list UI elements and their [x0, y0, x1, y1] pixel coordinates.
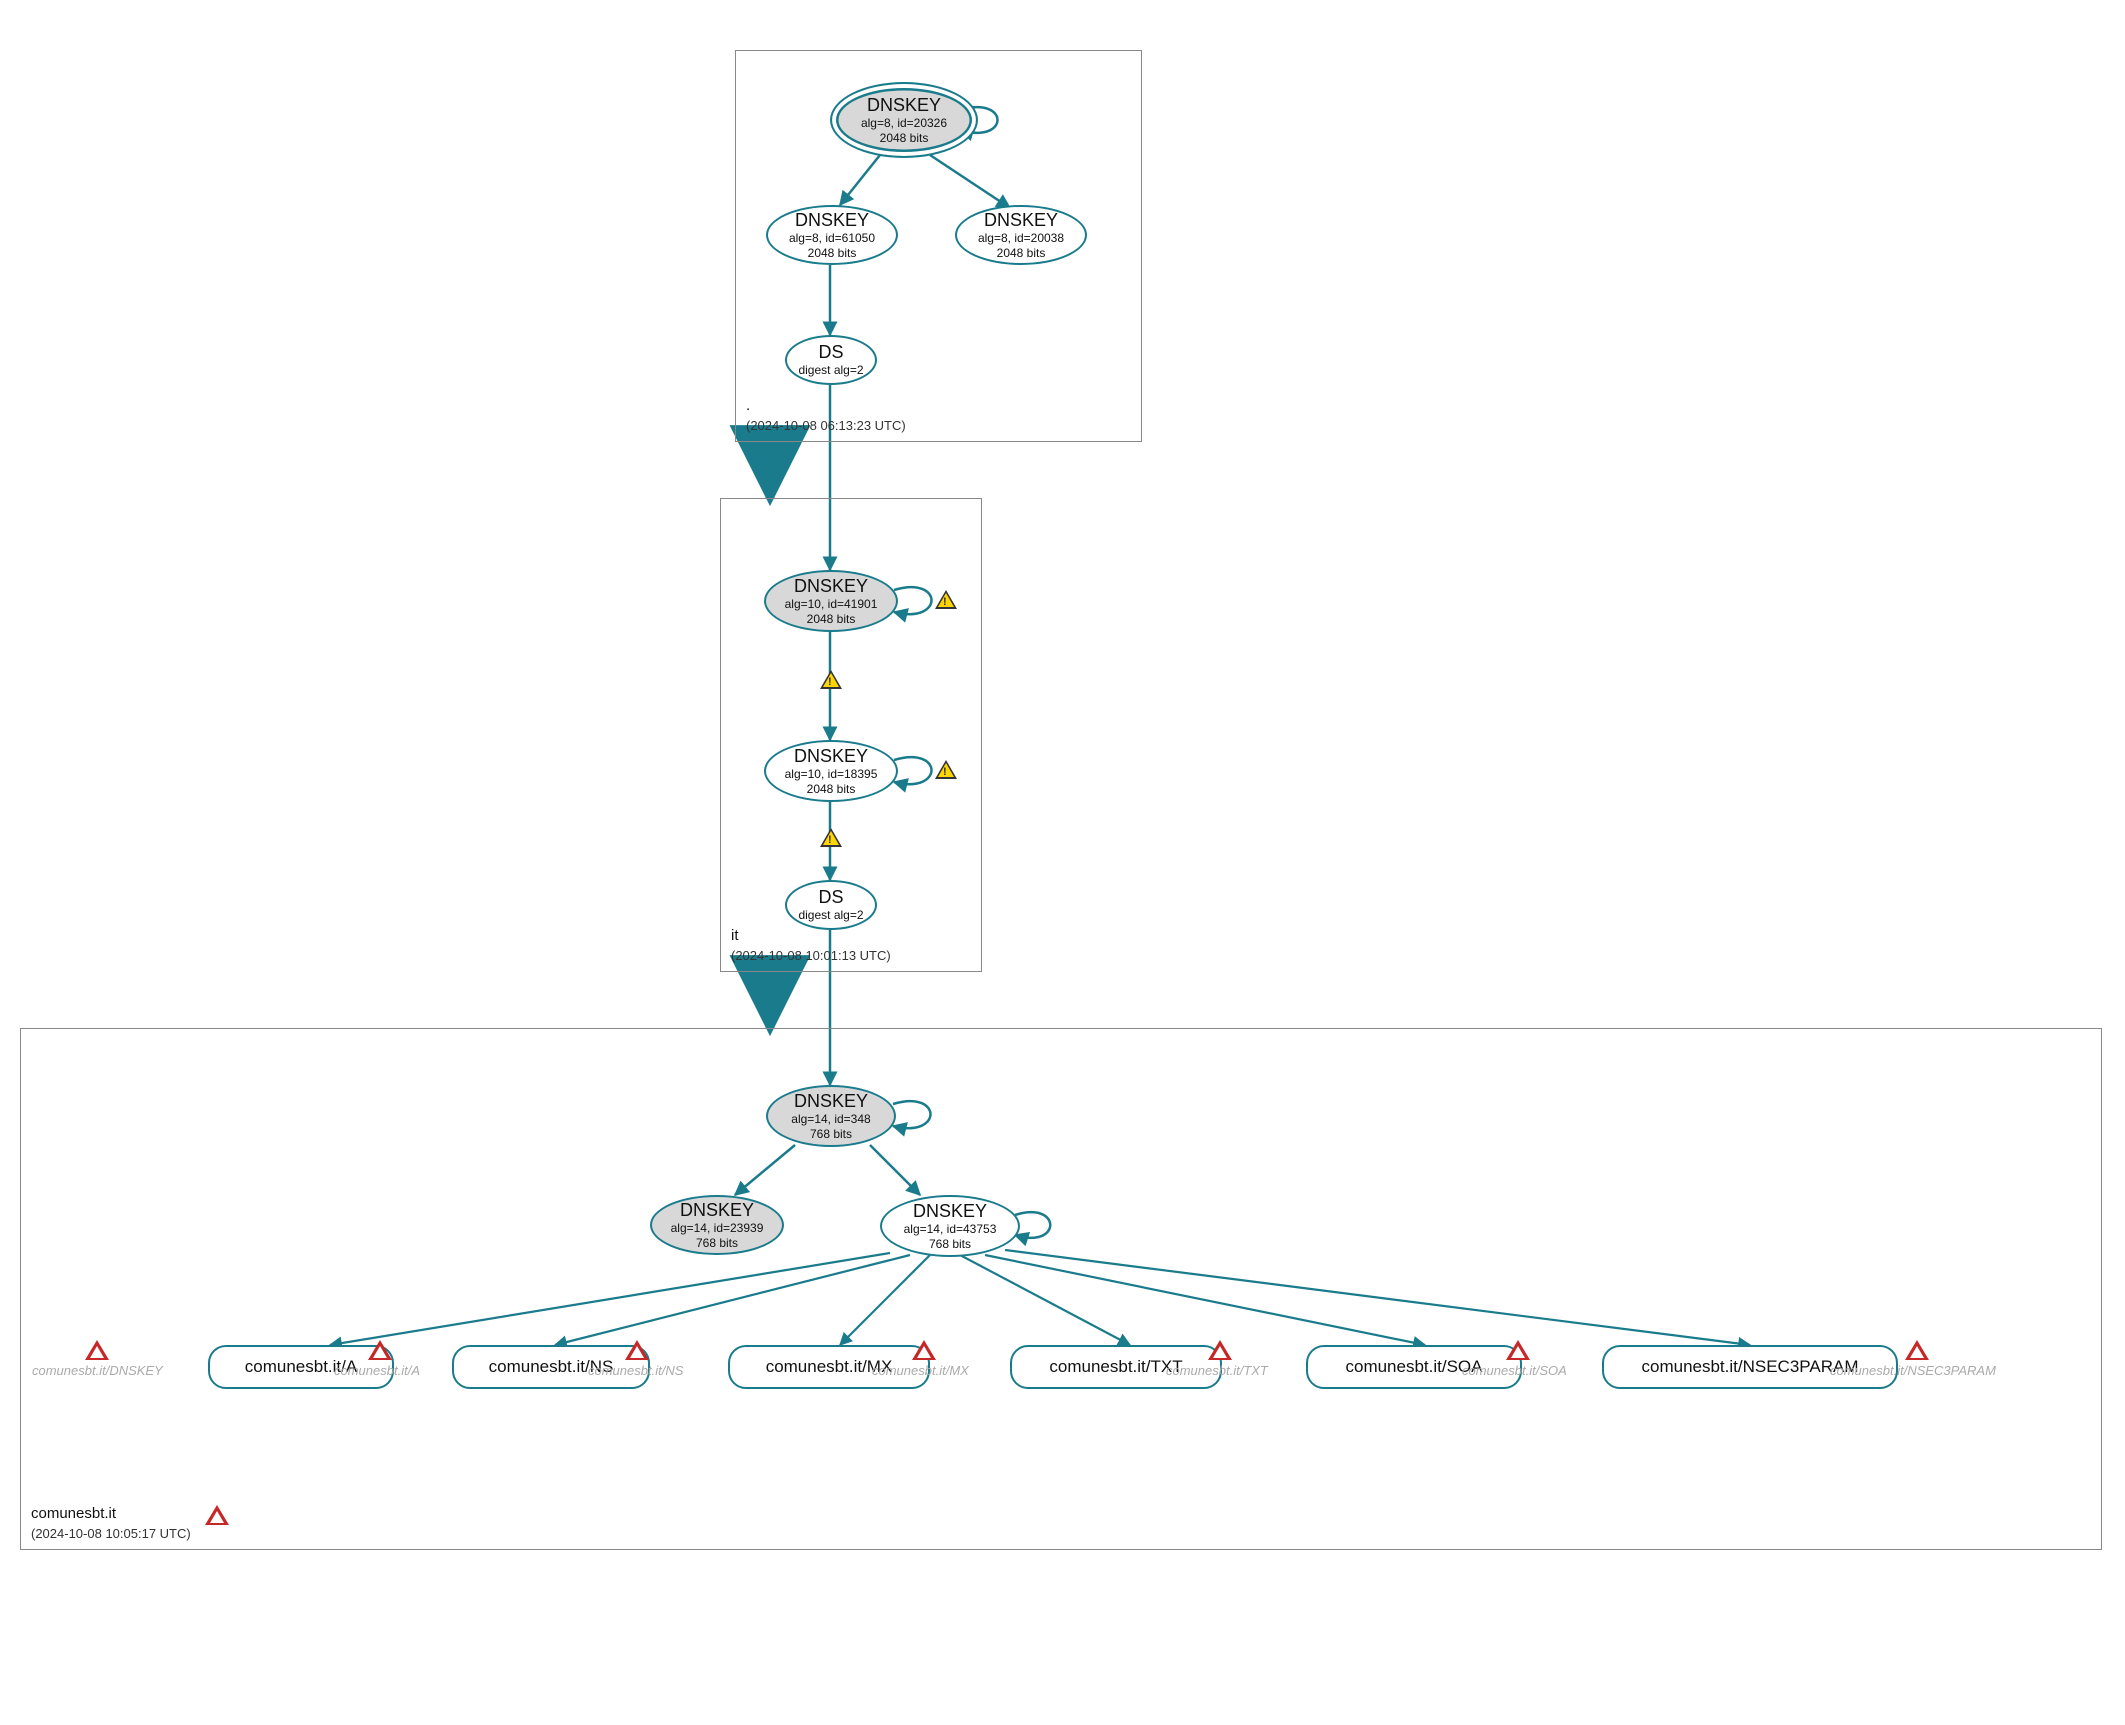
error-icon[interactable]: [1506, 1340, 1530, 1360]
error-icon[interactable]: [85, 1340, 109, 1360]
error-icon[interactable]: [1208, 1340, 1232, 1360]
warning-icon[interactable]: !: [820, 828, 842, 847]
node-title: DNSKEY: [913, 1201, 987, 1222]
zone-leaf-timestamp: (2024-10-08 10:05:17 UTC): [31, 1526, 191, 1541]
node-title: DNSKEY: [795, 210, 869, 231]
zone-it-timestamp: (2024-10-08 10:01:13 UTC): [731, 948, 891, 963]
ghost-ns: comunesbt.it/NS: [588, 1363, 683, 1378]
node-it-ds[interactable]: DS digest alg=2: [785, 880, 877, 930]
warning-icon[interactable]: !: [820, 670, 842, 689]
ghost-txt: comunesbt.it/TXT: [1166, 1363, 1268, 1378]
zone-leaf: comunesbt.it (2024-10-08 10:05:17 UTC): [20, 1028, 2102, 1550]
node-sub1: digest alg=2: [798, 908, 863, 922]
node-title: DS: [818, 887, 843, 908]
node-title: DNSKEY: [794, 746, 868, 767]
node-it-zsk[interactable]: DNSKEY alg=10, id=18395 2048 bits: [764, 740, 898, 802]
node-root-ds[interactable]: DS digest alg=2: [785, 335, 877, 385]
node-sub1: alg=8, id=61050: [789, 231, 875, 245]
zone-it-label: it (2024-10-08 10:01:13 UTC): [731, 926, 891, 965]
node-root-ksk[interactable]: DNSKEY alg=8, id=20326 2048 bits: [830, 82, 978, 158]
zone-it-name: it: [731, 927, 739, 944]
ghost-nsec: comunesbt.it/NSEC3PARAM: [1830, 1363, 1996, 1378]
node-title: DNSKEY: [794, 1091, 868, 1112]
node-sub2: 2048 bits: [880, 131, 929, 145]
node-leaf-ksk[interactable]: DNSKEY alg=14, id=348 768 bits: [766, 1085, 896, 1147]
node-sub2: 768 bits: [696, 1236, 738, 1250]
node-sub2: 768 bits: [929, 1237, 971, 1251]
node-sub1: alg=14, id=43753: [904, 1222, 997, 1236]
ghost-a: comunesbt.it/A: [334, 1363, 420, 1378]
node-leaf-zsk1[interactable]: DNSKEY alg=14, id=23939 768 bits: [650, 1195, 784, 1255]
warning-icon[interactable]: !: [935, 590, 957, 609]
node-sub1: alg=10, id=18395: [785, 767, 878, 781]
ghost-soa: comunesbt.it/SOA: [1462, 1363, 1567, 1378]
zone-leaf-name: comunesbt.it: [31, 1505, 116, 1522]
node-title: DNSKEY: [984, 210, 1058, 231]
node-sub2: 2048 bits: [807, 782, 856, 796]
node-sub2: 2048 bits: [808, 246, 857, 260]
error-icon[interactable]: [912, 1340, 936, 1360]
node-title: DNSKEY: [794, 576, 868, 597]
ghost-mx: comunesbt.it/MX: [872, 1363, 969, 1378]
node-title: DNSKEY: [867, 95, 941, 116]
node-title: DNSKEY: [680, 1200, 754, 1221]
error-icon[interactable]: [625, 1340, 649, 1360]
node-root-zsk2[interactable]: DNSKEY alg=8, id=20038 2048 bits: [955, 205, 1087, 265]
zone-root-timestamp: (2024-10-08 06:13:23 UTC): [746, 418, 906, 433]
zone-root-name: .: [746, 397, 750, 414]
error-icon[interactable]: [1905, 1340, 1929, 1360]
node-sub1: alg=8, id=20038: [978, 231, 1064, 245]
node-root-zsk1[interactable]: DNSKEY alg=8, id=61050 2048 bits: [766, 205, 898, 265]
ghost-dnskey: comunesbt.it/DNSKEY: [32, 1363, 163, 1378]
node-sub1: alg=10, id=41901: [785, 597, 878, 611]
error-icon[interactable]: [205, 1505, 229, 1525]
node-leaf-zsk2[interactable]: DNSKEY alg=14, id=43753 768 bits: [880, 1195, 1020, 1257]
node-sub1: alg=14, id=348: [791, 1112, 870, 1126]
warning-icon[interactable]: !: [935, 760, 957, 779]
node-sub1: digest alg=2: [798, 363, 863, 377]
node-sub1: alg=8, id=20326: [861, 116, 947, 130]
node-sub2: 2048 bits: [807, 612, 856, 626]
zone-root-label: . (2024-10-08 06:13:23 UTC): [746, 396, 906, 435]
node-sub2: 768 bits: [810, 1127, 852, 1141]
zone-leaf-label: comunesbt.it (2024-10-08 10:05:17 UTC): [31, 1504, 191, 1543]
node-sub1: alg=14, id=23939: [671, 1221, 764, 1235]
node-sub2: 2048 bits: [997, 246, 1046, 260]
node-title: DS: [818, 342, 843, 363]
error-icon[interactable]: [368, 1340, 392, 1360]
node-it-ksk[interactable]: DNSKEY alg=10, id=41901 2048 bits: [764, 570, 898, 632]
